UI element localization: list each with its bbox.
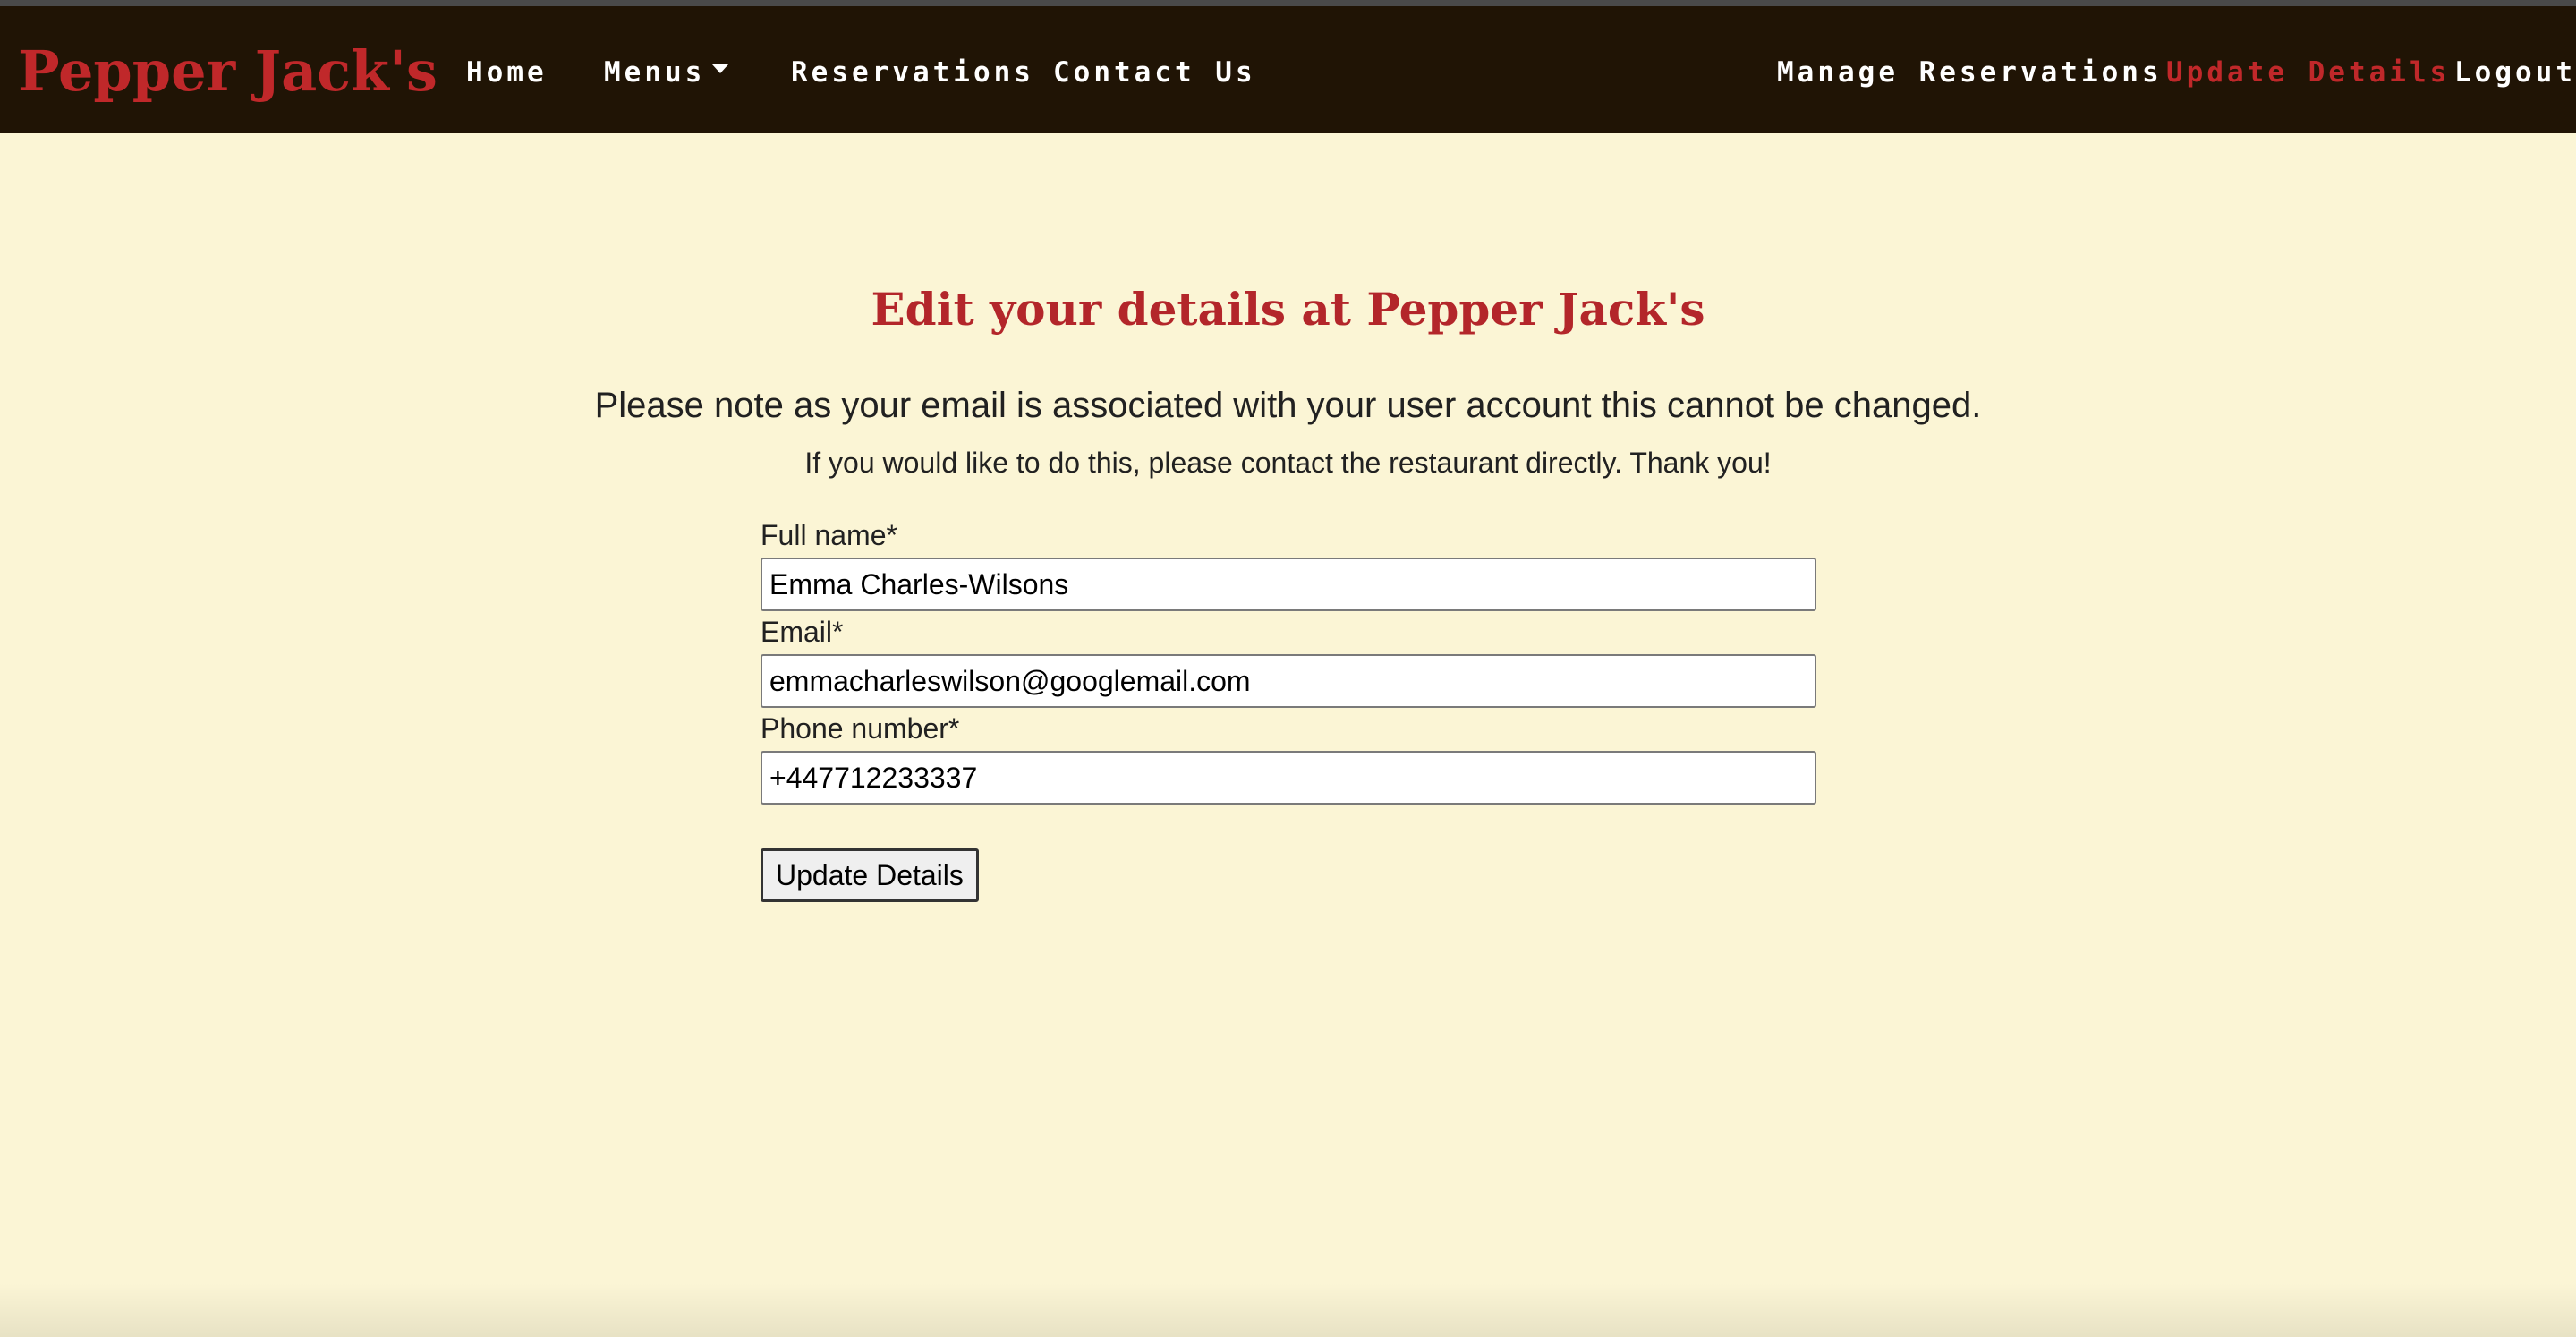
navbar: Pepper Jack's Home Menus Reservations Co… bbox=[0, 6, 2576, 133]
nav-item-home[interactable]: Home bbox=[466, 56, 548, 89]
brand-logo[interactable]: Pepper Jack's bbox=[18, 38, 438, 104]
email-label: Email* bbox=[761, 616, 844, 648]
caret-down-icon bbox=[712, 64, 729, 73]
nav-item-contact-us[interactable]: Contact Us bbox=[1053, 56, 1256, 89]
phone-number-input[interactable] bbox=[761, 751, 1816, 805]
full-name-input[interactable] bbox=[761, 558, 1816, 611]
browser-top-border bbox=[0, 0, 2576, 6]
nav-item-logout[interactable]: Logout bbox=[2454, 56, 2576, 89]
email-input[interactable] bbox=[761, 654, 1816, 708]
full-name-label: Full name* bbox=[761, 519, 897, 551]
update-details-button[interactable]: Update Details bbox=[761, 848, 979, 902]
nav-item-menus[interactable]: Menus bbox=[604, 56, 729, 89]
bottom-shadow bbox=[0, 1283, 2576, 1337]
page-title: Edit your details at Pepper Jack's bbox=[871, 283, 1705, 336]
email-notice: Please note as your email is associated … bbox=[594, 386, 1982, 425]
contact-notice: If you would like to do this, please con… bbox=[804, 447, 1772, 479]
phone-number-label: Phone number* bbox=[761, 712, 960, 745]
nav-item-manage-reservations[interactable]: Manage Reservations bbox=[1777, 56, 2163, 89]
nav-item-menus-label: Menus bbox=[604, 56, 706, 89]
nav-item-reservations[interactable]: Reservations bbox=[791, 56, 1034, 89]
nav-item-update-details[interactable]: Update Details bbox=[2166, 56, 2450, 89]
